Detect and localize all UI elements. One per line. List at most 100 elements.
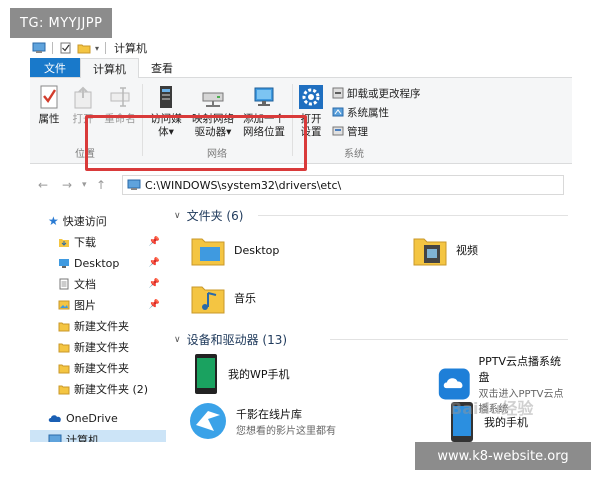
devices-section-header[interactable]: ∨ 设备和驱动器 (13): [174, 331, 287, 348]
open-icon: [74, 86, 92, 109]
properties-button[interactable]: 属性: [34, 84, 64, 126]
system-group-label: 系统: [344, 149, 364, 160]
ribbon-tabs: 文件 计算机 查看: [30, 58, 572, 78]
tab-computer[interactable]: 计算机: [80, 58, 139, 78]
open-button[interactable]: 打开: [68, 84, 98, 126]
cloud-icon: [48, 415, 61, 422]
nav-quick-access[interactable]: ★ 快速访问: [30, 211, 166, 231]
folders-section-header[interactable]: ∨ 文件夹 (6): [174, 207, 243, 224]
ribbon-group-system: 打开 设置 卸载或更改程序 系统属性 管理 系统: [294, 80, 454, 162]
computer-icon: [32, 42, 46, 53]
quick-access-dropdown-icon[interactable]: ▾: [95, 44, 99, 53]
pin-icon[interactable]: 📌: [149, 300, 160, 310]
forward-arrow-icon[interactable]: →: [62, 178, 72, 192]
folder-tile-desktop[interactable]: Desktop: [190, 233, 279, 267]
map-drive-label-2: 驱动器: [194, 126, 227, 138]
qianying-bird-icon: [190, 403, 226, 439]
window-title: 计算机: [114, 42, 148, 55]
device-tile-qianying[interactable]: 千影在线片库 您想看的影片这里都有: [188, 401, 336, 441]
pin-icon[interactable]: 📌: [149, 258, 160, 268]
nav-item-label: 新建文件夹: [74, 362, 129, 375]
computer-small-icon: [127, 179, 141, 190]
section-divider: [258, 215, 568, 216]
add-network-location-button[interactable]: 添加一个 网络位置: [240, 84, 288, 139]
nav-item-new-folder[interactable]: 新建文件夹: [30, 358, 166, 378]
devices-header-label: 设备和驱动器 (13): [186, 333, 288, 347]
manage-button[interactable]: 管理: [332, 122, 368, 140]
manage-label: 管理: [347, 125, 368, 138]
tab-view[interactable]: 查看: [139, 58, 185, 77]
nav-this-pc[interactable]: 计算机: [30, 430, 166, 442]
phone-icon: [195, 354, 217, 394]
nav-item-label: 文档: [74, 278, 96, 291]
nav-item-new-folder[interactable]: 新建文件夹: [30, 316, 166, 336]
tab-file[interactable]: 文件: [30, 58, 80, 77]
network-group-label: 网络: [207, 149, 227, 160]
properties-icon: [40, 85, 58, 109]
access-media-button[interactable]: 访问媒体▾: [146, 84, 186, 139]
onedrive-label: OneDrive: [66, 411, 118, 425]
nav-item-documents[interactable]: 文档 📌: [30, 274, 166, 294]
ribbon: 属性 打开 重命名 位置 访问媒体▾ 映射网络 驱动器▾ 添加一个 网络位置 网…: [30, 78, 572, 164]
section-divider: [330, 339, 568, 340]
address-path: C:\WINDOWS\system32\drivers\etc\: [145, 178, 342, 192]
open-settings-button[interactable]: 打开 设置: [296, 84, 326, 139]
location-group-label: 位置: [75, 149, 95, 160]
device-tile-wp-phone[interactable]: 我的WP手机: [192, 353, 290, 395]
add-location-label-1: 添加一个: [243, 113, 285, 125]
open-label: 打开: [72, 113, 94, 125]
nav-onedrive[interactable]: OneDrive: [30, 408, 166, 428]
chevron-down-icon: ∨: [174, 334, 181, 345]
nav-item-desktop[interactable]: Desktop 📌: [30, 253, 166, 273]
back-arrow-icon[interactable]: ←: [38, 178, 48, 192]
star-icon: ★: [48, 214, 59, 228]
ribbon-group-location: 属性 打开 重命名 位置: [30, 80, 140, 162]
address-bar[interactable]: C:\WINDOWS\system32\drivers\etc\: [122, 175, 564, 195]
map-network-drive-button[interactable]: 映射网络 驱动器▾: [190, 84, 236, 139]
folder-name: 视频: [456, 244, 478, 257]
nav-item-pictures[interactable]: 图片 📌: [30, 295, 166, 315]
navigation-pane: ★ 快速访问 下载 📌 Desktop 📌 文档 📌 图片 📌 新建文件夹 新建…: [30, 203, 166, 442]
open-settings-label-2: 设置: [300, 126, 322, 138]
up-arrow-icon[interactable]: ↑: [96, 178, 106, 192]
device-subtitle: 您想看的影片这里都有: [236, 425, 336, 437]
pin-icon[interactable]: 📌: [149, 279, 160, 289]
music-folder-icon: [191, 286, 225, 314]
folder-icon: [58, 343, 70, 353]
nav-item-new-folder-2[interactable]: 新建文件夹 (2): [30, 379, 166, 399]
folder-tile-videos[interactable]: 视频: [412, 233, 478, 267]
title-separator: [105, 42, 107, 54]
folder-icon: [58, 364, 70, 374]
checkbox-icon[interactable]: [59, 42, 73, 54]
nav-item-new-folder[interactable]: 新建文件夹: [30, 337, 166, 357]
map-drive-label-1: 映射网络: [192, 113, 234, 125]
download-folder-icon: [59, 239, 69, 247]
nav-item-label: 新建文件夹: [74, 341, 129, 354]
network-drive-icon: [202, 92, 224, 107]
folder-name: 音乐: [234, 292, 256, 305]
nav-item-downloads[interactable]: 下载 📌: [30, 232, 166, 252]
chevron-down-icon: ∨: [174, 210, 181, 221]
documents-icon: [59, 278, 69, 290]
folder-tile-music[interactable]: 音乐: [190, 281, 256, 315]
uninstall-program-button[interactable]: 卸载或更改程序: [332, 84, 421, 102]
videos-folder-icon: [413, 238, 447, 266]
device-text: 千影在线片库 您想看的影片这里都有: [236, 406, 336, 437]
nav-item-label: 下载: [74, 236, 96, 249]
title-bar: ▾ 计算机: [30, 38, 572, 58]
this-pc-label: 计算机: [66, 434, 99, 442]
navigation-row: ← → ▾ ↑ C:\WINDOWS\system32\drivers\etc\: [30, 165, 572, 203]
pin-icon[interactable]: 📌: [149, 237, 160, 247]
device-name: PPTV云点播系统盘: [478, 355, 562, 384]
open-settings-label-1: 打开: [300, 113, 322, 125]
rename-icon: [110, 87, 130, 107]
rename-button[interactable]: 重命名: [102, 84, 138, 126]
system-properties-button[interactable]: 系统属性: [332, 103, 389, 121]
network-location-icon: [254, 87, 274, 106]
device-name: 千影在线片库: [236, 407, 302, 421]
rename-label: 重命名: [104, 113, 136, 125]
system-properties-label: 系统属性: [347, 106, 389, 119]
recent-dropdown-icon[interactable]: ▾: [82, 180, 87, 190]
ribbon-separator: [142, 84, 143, 156]
folder-small-icon[interactable]: [77, 42, 91, 54]
